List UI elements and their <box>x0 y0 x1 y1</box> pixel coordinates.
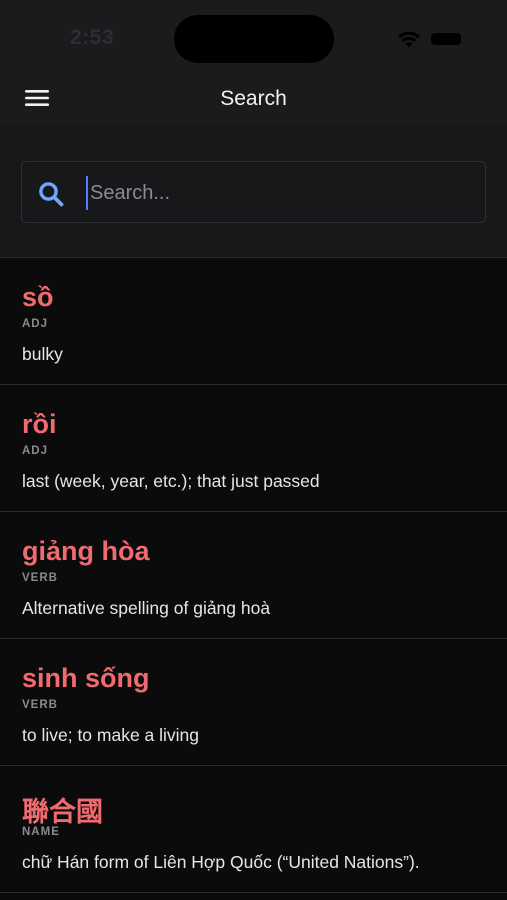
battery-icon <box>431 33 461 45</box>
list-item[interactable]: rồi ADJ last (week, year, etc.); that ju… <box>0 385 507 512</box>
status-bar: 2:53 <box>0 0 507 70</box>
list-item[interactable]: 聯合國 NAME chữ Hán form of Liên Hợp Quốc (… <box>0 766 507 893</box>
results-list: sồ ADJ bulky rồi ADJ last (week, year, e… <box>0 258 507 893</box>
result-word: 聯合國 <box>22 797 103 827</box>
search-input[interactable] <box>86 176 470 210</box>
result-word: sinh sống <box>22 663 150 693</box>
result-word: giảng hòa <box>22 536 150 566</box>
result-definition: chữ Hán form of Liên Hợp Quốc (“United N… <box>22 852 420 872</box>
list-item[interactable]: sinh sống VERB to live; to make a living <box>0 639 507 766</box>
result-word: sồ <box>22 282 54 312</box>
list-item[interactable]: sồ ADJ bulky <box>0 258 507 385</box>
result-word: rồi <box>22 409 57 439</box>
search-icon <box>39 182 64 207</box>
result-part-of-speech: ADJ <box>22 318 49 330</box>
result-definition: bulky <box>22 344 63 364</box>
page-title: Search <box>220 87 287 110</box>
result-definition: last (week, year, etc.); that just passe… <box>22 471 320 491</box>
result-part-of-speech: VERB <box>22 699 58 711</box>
list-item[interactable]: giảng hòa VERB Alternative spelling of g… <box>0 512 507 639</box>
result-part-of-speech: NAME <box>22 826 60 838</box>
status-time: 2:53 <box>70 26 115 49</box>
search-section <box>0 126 507 258</box>
nav-bar: Search <box>0 70 507 126</box>
dynamic-island <box>174 15 334 63</box>
result-definition: Alternative spelling of giảng hoà <box>22 598 271 618</box>
search-box[interactable] <box>21 161 486 223</box>
result-definition: to live; to make a living <box>22 725 200 745</box>
wifi-icon <box>398 31 420 48</box>
result-part-of-speech: ADJ <box>22 445 49 457</box>
result-part-of-speech: VERB <box>22 572 58 584</box>
